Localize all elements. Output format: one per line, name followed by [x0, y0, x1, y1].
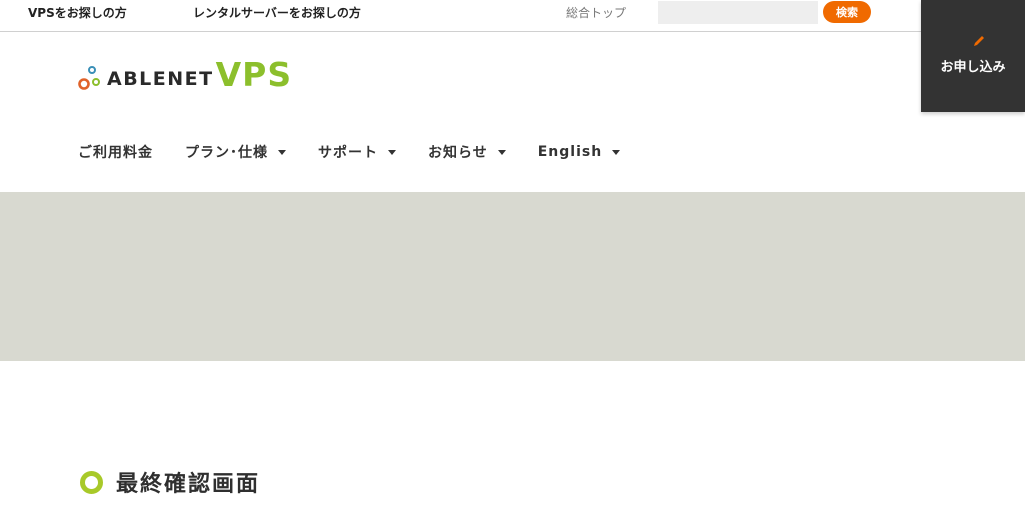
caret-down-icon — [388, 149, 396, 155]
apply-button[interactable]: お申し込み — [921, 0, 1025, 112]
site-logo[interactable]: ABLENET VPS — [76, 56, 292, 92]
link-general-top[interactable]: 総合トップ — [566, 4, 626, 21]
page-banner — [0, 192, 1025, 361]
logo-brand-text: ABLENET — [107, 68, 214, 90]
search-button[interactable]: 検索 — [823, 1, 871, 23]
apply-label: お申し込み — [940, 60, 1006, 75]
page-title-text: 最終確認画面 — [116, 472, 261, 497]
nav-item-label: English — [537, 144, 603, 160]
caret-down-icon — [278, 149, 286, 155]
caret-down-icon — [612, 149, 621, 155]
search-input[interactable] — [658, 1, 818, 24]
nav-item-label: サポート — [318, 145, 378, 161]
pencil-icon — [974, 36, 984, 46]
nav-item-support[interactable]: サポート — [318, 142, 396, 162]
logo-circles-icon — [78, 66, 100, 90]
page-title: 最終確認画面 — [80, 466, 260, 498]
link-rental-server-seekers[interactable]: レンタルサーバーをお探しの方 — [193, 4, 361, 21]
logo-product-text: VPS — [215, 55, 293, 94]
top-bar: VPSをお探しの方 レンタルサーバーをお探しの方 総合トップ 検索 — [0, 0, 1025, 32]
nav-item-label: ご利用料金 — [78, 145, 153, 161]
caret-down-icon — [497, 149, 506, 155]
nav-item-label: お知らせ — [428, 145, 488, 161]
nav-item-pricing[interactable]: ご利用料金 — [78, 142, 153, 162]
nav-item-english[interactable]: English — [537, 142, 621, 162]
nav-item-plans[interactable]: プラン･仕様 — [185, 142, 286, 162]
nav-item-news[interactable]: お知らせ — [428, 142, 506, 162]
link-vps-seekers[interactable]: VPSをお探しの方 — [28, 4, 127, 21]
main-nav: ご利用料金 プラン･仕様 サポート お知らせ English — [78, 142, 652, 162]
ring-bullet-icon — [80, 470, 103, 494]
nav-item-label: プラン･仕様 — [185, 145, 268, 161]
